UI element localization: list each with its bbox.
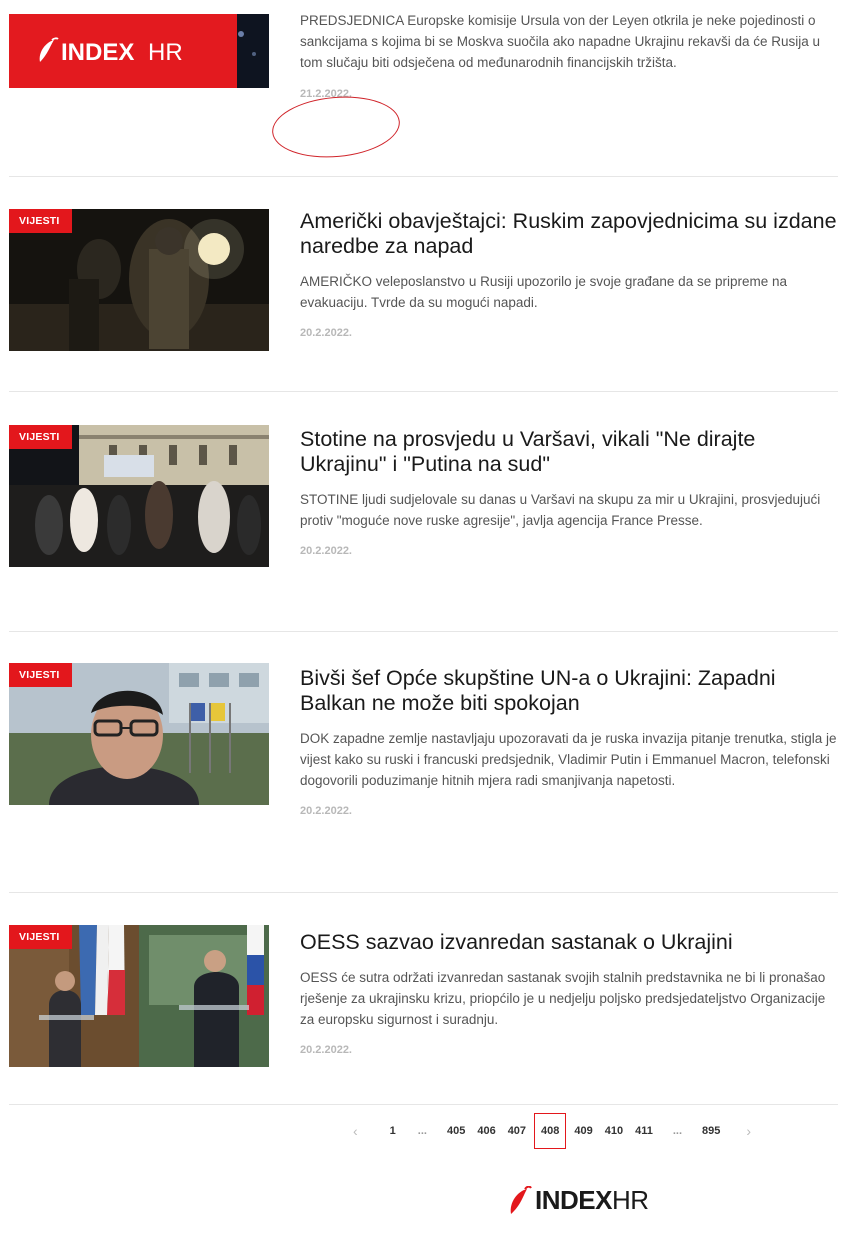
- page-link[interactable]: 405: [443, 1125, 469, 1137]
- divider: [9, 176, 838, 177]
- divider: [9, 892, 838, 893]
- article-date: 20.2.2022.: [300, 805, 352, 817]
- page-link[interactable]: 410: [601, 1125, 627, 1137]
- article-thumbnail[interactable]: VIJESTI: [9, 425, 269, 567]
- article-teaser: AMERIČKO veleposlanstvo u Rusiji upozori…: [300, 274, 787, 310]
- article-date: 21.2.2022.: [300, 88, 352, 100]
- article-title[interactable]: Bivši šef Opće skupštine UN-a o Ukrajini…: [300, 666, 838, 716]
- footer-logo-brand: INDEX: [535, 1185, 612, 1215]
- page-ellipsis: ...: [672, 1125, 683, 1137]
- article-item[interactable]: VIJESTI OESS sazvao izvanredan sastanak …: [9, 925, 838, 1085]
- divider: [9, 1104, 838, 1105]
- thumbnail-image: INDEX HR: [9, 14, 269, 88]
- article-thumbnail[interactable]: VIJESTI: [9, 925, 269, 1067]
- article-date: 20.2.2022.: [300, 327, 352, 339]
- article-title[interactable]: OESS sazvao izvanredan sastanak o Ukraji…: [300, 930, 838, 955]
- article-date: 20.2.2022.: [300, 545, 352, 557]
- category-badge[interactable]: VIJESTI: [9, 925, 72, 949]
- logo-brand: INDEX: [61, 39, 134, 66]
- page-link[interactable]: 409: [570, 1125, 596, 1137]
- chili-pepper-icon: [510, 1185, 532, 1214]
- article-teaser: OESS će sutra održati izvanredan sastana…: [300, 970, 826, 1027]
- article-teaser: DOK zapadne zemlje nastavljaju upozorava…: [300, 731, 837, 788]
- page-ellipsis: ...: [417, 1125, 427, 1137]
- article-date: 20.2.2022.: [300, 1044, 352, 1056]
- page-link[interactable]: 895: [698, 1125, 724, 1137]
- category-badge[interactable]: VIJESTI: [9, 209, 72, 233]
- divider: [9, 391, 838, 392]
- article-title[interactable]: Američki obavještajci: Ruskim zapovjedni…: [300, 209, 838, 259]
- footer-logo[interactable]: INDEX HR: [508, 1185, 649, 1216]
- page-link[interactable]: 1: [386, 1125, 400, 1137]
- page-link[interactable]: 407: [504, 1125, 530, 1137]
- next-page-button[interactable]: ›: [742, 1123, 755, 1139]
- article-title[interactable]: Stotine na prosvjedu u Varšavi, vikali "…: [300, 427, 838, 477]
- divider: [9, 631, 838, 632]
- page-link[interactable]: 406: [473, 1125, 499, 1137]
- pagination: ‹ 1 ... 405 406 407 408 409 410 411 ... …: [349, 1113, 755, 1149]
- article-item[interactable]: VIJESTI Stotine na prosvjedu u Varšavi, …: [9, 425, 838, 605]
- article-item[interactable]: INDEX HR PREDSJEDNICA Europske komisije …: [9, 13, 838, 164]
- article-teaser: STOTINE ljudi sudjelovale su danas u Var…: [300, 492, 821, 528]
- page-link[interactable]: 411: [631, 1125, 657, 1137]
- article-teaser: PREDSJEDNICA Europske komisije Ursula vo…: [300, 13, 820, 70]
- article-thumbnail[interactable]: VIJESTI: [9, 663, 269, 805]
- current-page[interactable]: 408: [534, 1113, 567, 1149]
- footer-logo-suffix: HR: [611, 1185, 649, 1215]
- article-item[interactable]: VIJESTI Bivši šef Opće skupštine UN-a o …: [9, 663, 838, 863]
- article-thumbnail[interactable]: VIJESTI: [9, 209, 269, 351]
- category-badge[interactable]: VIJESTI: [9, 425, 72, 449]
- logo-suffix: HR: [148, 39, 183, 66]
- category-badge[interactable]: VIJESTI: [9, 663, 72, 687]
- prev-page-button[interactable]: ‹: [349, 1123, 362, 1139]
- article-item[interactable]: VIJESTI Američki obavještajci: Ruskim za…: [9, 209, 838, 369]
- article-thumbnail[interactable]: INDEX HR: [9, 14, 269, 88]
